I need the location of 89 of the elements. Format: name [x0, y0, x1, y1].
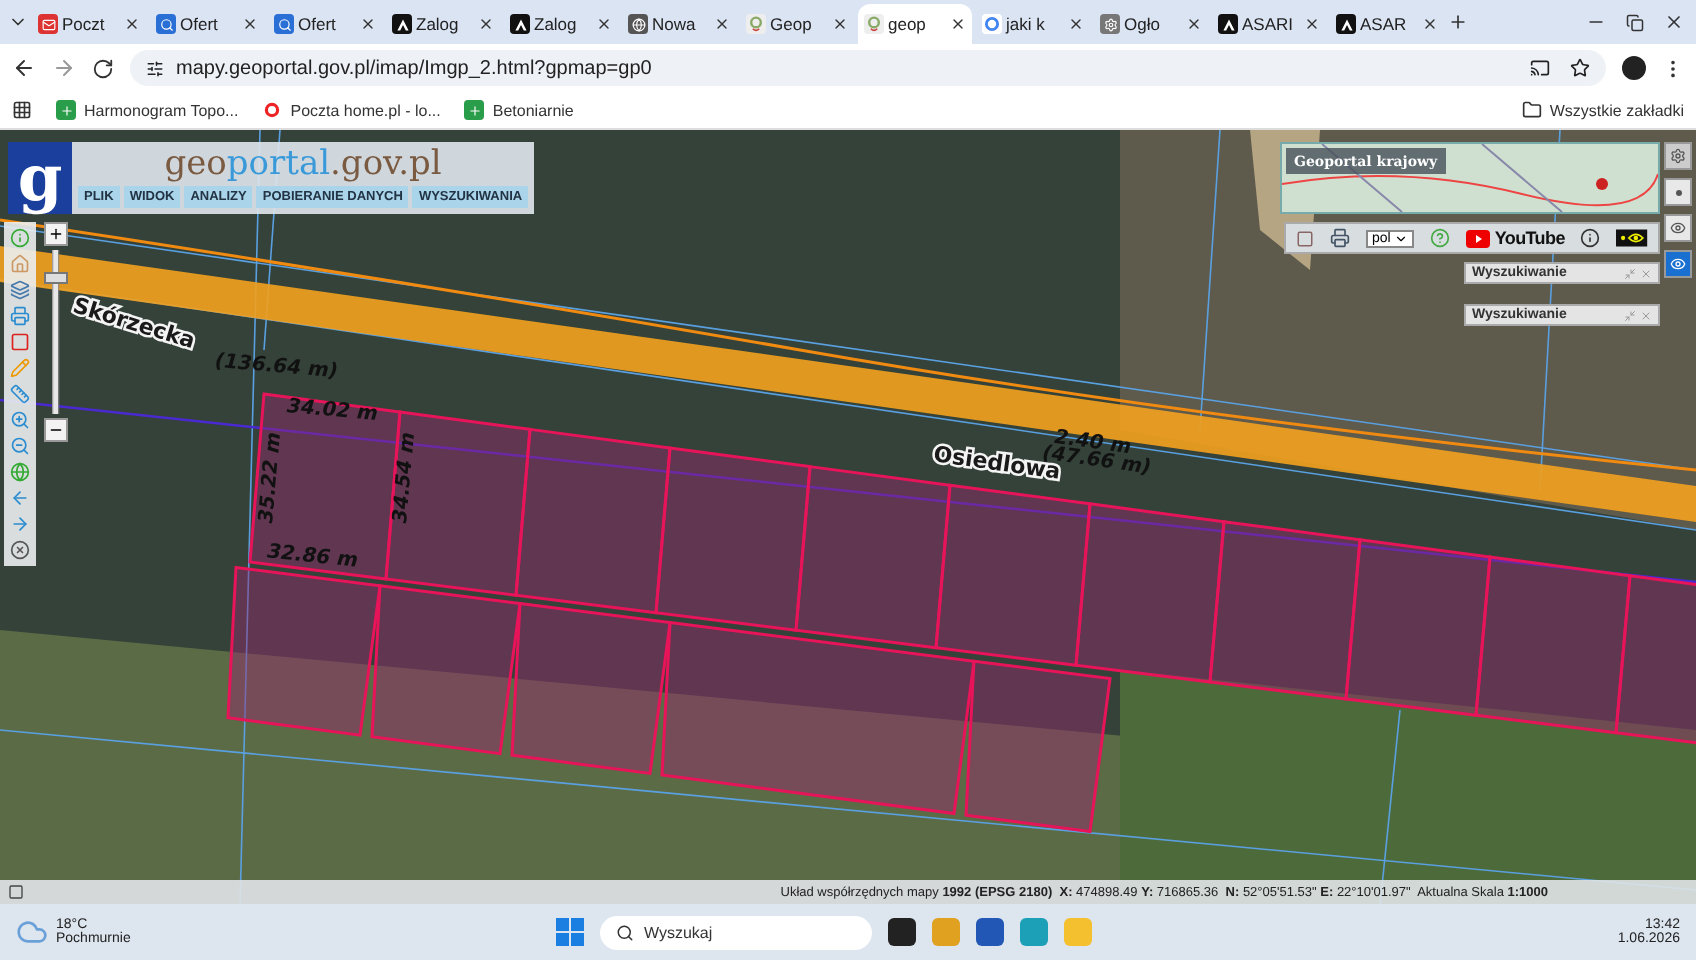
- close-icon[interactable]: [1664, 12, 1684, 32]
- search-icon: [616, 923, 634, 941]
- close-icon[interactable]: [832, 16, 848, 32]
- close-icon[interactable]: [478, 16, 494, 32]
- browser-tab[interactable]: geop: [858, 4, 972, 44]
- rectangle-icon[interactable]: [10, 332, 30, 352]
- bookmark-link[interactable]: Harmonogram Topo...: [56, 100, 239, 120]
- star-icon[interactable]: [1570, 58, 1590, 78]
- close-icon[interactable]: [1304, 16, 1320, 32]
- triangle-logo-icon: [510, 14, 530, 34]
- plus-icon: [48, 226, 64, 242]
- taskbar-search-field[interactable]: Wyszukaj: [600, 915, 872, 949]
- eye-icon[interactable]: [1616, 226, 1648, 250]
- site-settings-icon[interactable]: [146, 59, 164, 77]
- browser-tab[interactable]: ASARI: [1212, 4, 1326, 44]
- globe-icon: [628, 14, 648, 34]
- search-globe-icon: [274, 14, 294, 34]
- g-logo-icon: [982, 14, 1002, 34]
- window-icon[interactable]: [8, 884, 24, 900]
- measurement-label: 34.02 m: [286, 396, 379, 426]
- bookmark-link[interactable]: Betoniarnie: [464, 100, 574, 120]
- geoportal-logo[interactable]: g: [8, 142, 72, 214]
- zoom-in-icon[interactable]: [10, 410, 30, 430]
- apps-grid-icon[interactable]: [12, 100, 32, 120]
- play-icon: [1466, 229, 1491, 247]
- close-icon[interactable]: [124, 16, 140, 32]
- youtube-link[interactable]: YouTube: [1466, 228, 1565, 248]
- measurement-label: 34.54 m: [390, 431, 420, 524]
- browser-tab[interactable]: ASAR: [1330, 4, 1444, 44]
- chevron-down-icon: [1394, 231, 1409, 245]
- zoom-out-icon[interactable]: [10, 436, 30, 456]
- print-icon[interactable]: [10, 306, 30, 326]
- close-icon[interactable]: [714, 16, 730, 32]
- geo-logo-icon: [864, 14, 884, 34]
- e-logo-icon: [262, 100, 283, 120]
- back-arrow-icon[interactable]: [10, 488, 30, 508]
- reload-icon[interactable]: [92, 57, 114, 79]
- new-tab-icon[interactable]: [1448, 12, 1468, 32]
- zoom-out-button[interactable]: [44, 418, 68, 442]
- triangle-logo-icon: [392, 14, 412, 34]
- triangle-logo-icon: [1218, 14, 1238, 34]
- layers-icon[interactable]: [10, 280, 30, 300]
- ruler-icon[interactable]: [10, 384, 30, 404]
- browser-tab[interactable]: Nowa: [622, 4, 736, 44]
- search-globe-icon: [156, 14, 176, 34]
- close-icon[interactable]: [1186, 16, 1202, 32]
- browser-tab[interactable]: Ofert: [268, 4, 382, 44]
- folder-icon: [1521, 100, 1542, 120]
- document-icon[interactable]: [1296, 229, 1314, 247]
- browser-tab[interactable]: Poczt: [32, 4, 146, 44]
- sheet-icon: [464, 100, 485, 120]
- triangle-logo-icon: [1336, 14, 1356, 34]
- close-icon[interactable]: [360, 16, 376, 32]
- browser-tab[interactable]: jaki k: [976, 4, 1090, 44]
- back-icon[interactable]: [12, 56, 36, 80]
- close-icon[interactable]: [1422, 16, 1438, 32]
- measurement-label: 32.86 m: [266, 541, 359, 573]
- close-icon[interactable]: [950, 16, 966, 32]
- close-icon[interactable]: [1068, 16, 1084, 32]
- cast-icon[interactable]: [1530, 58, 1550, 78]
- settings-icon[interactable]: [1664, 142, 1692, 170]
- store-app-icon[interactable]: [976, 918, 1004, 946]
- sheet-icon: [56, 100, 76, 120]
- browser-tab[interactable]: Ofert: [150, 4, 264, 44]
- zoom-in-button[interactable]: [44, 222, 68, 246]
- geo-logo-icon: [746, 14, 766, 34]
- all-bookmarks-link[interactable]: Wszystkie zakładki: [1521, 100, 1684, 120]
- browser-tab[interactable]: Zalog: [504, 4, 618, 44]
- close-icon[interactable]: [242, 16, 258, 32]
- site-title: geoportal.gov.pl: [164, 146, 442, 182]
- forward-icon[interactable]: [52, 56, 76, 80]
- gear-icon: [1100, 14, 1120, 34]
- mail-icon: [38, 14, 58, 34]
- cloud-icon: [16, 916, 48, 948]
- profile-avatar-icon[interactable]: [1622, 56, 1646, 80]
- address-field[interactable]: mapy.geoportal.gov.pl/imap/Imgp_2.html?gpmap=gp0: [130, 50, 1606, 86]
- zoom-slider-thumb[interactable]: [44, 272, 68, 285]
- browser-tab[interactable]: Ogło: [1094, 4, 1208, 44]
- bookmark-link[interactable]: Poczta home.pl - lo...: [262, 100, 441, 120]
- browser-tab[interactable]: Geop: [740, 4, 854, 44]
- windows-start-icon[interactable]: [556, 918, 584, 946]
- task-view-icon[interactable]: [888, 918, 916, 946]
- restore-icon[interactable]: [1626, 13, 1644, 31]
- close-circle-icon[interactable]: [10, 540, 30, 560]
- print-icon[interactable]: [1330, 228, 1350, 248]
- forward-arrow-icon[interactable]: [10, 514, 30, 534]
- browser-tab[interactable]: Zalog: [386, 4, 500, 44]
- measurement-label: 35.22 m: [256, 431, 286, 524]
- close-icon[interactable]: [596, 16, 612, 32]
